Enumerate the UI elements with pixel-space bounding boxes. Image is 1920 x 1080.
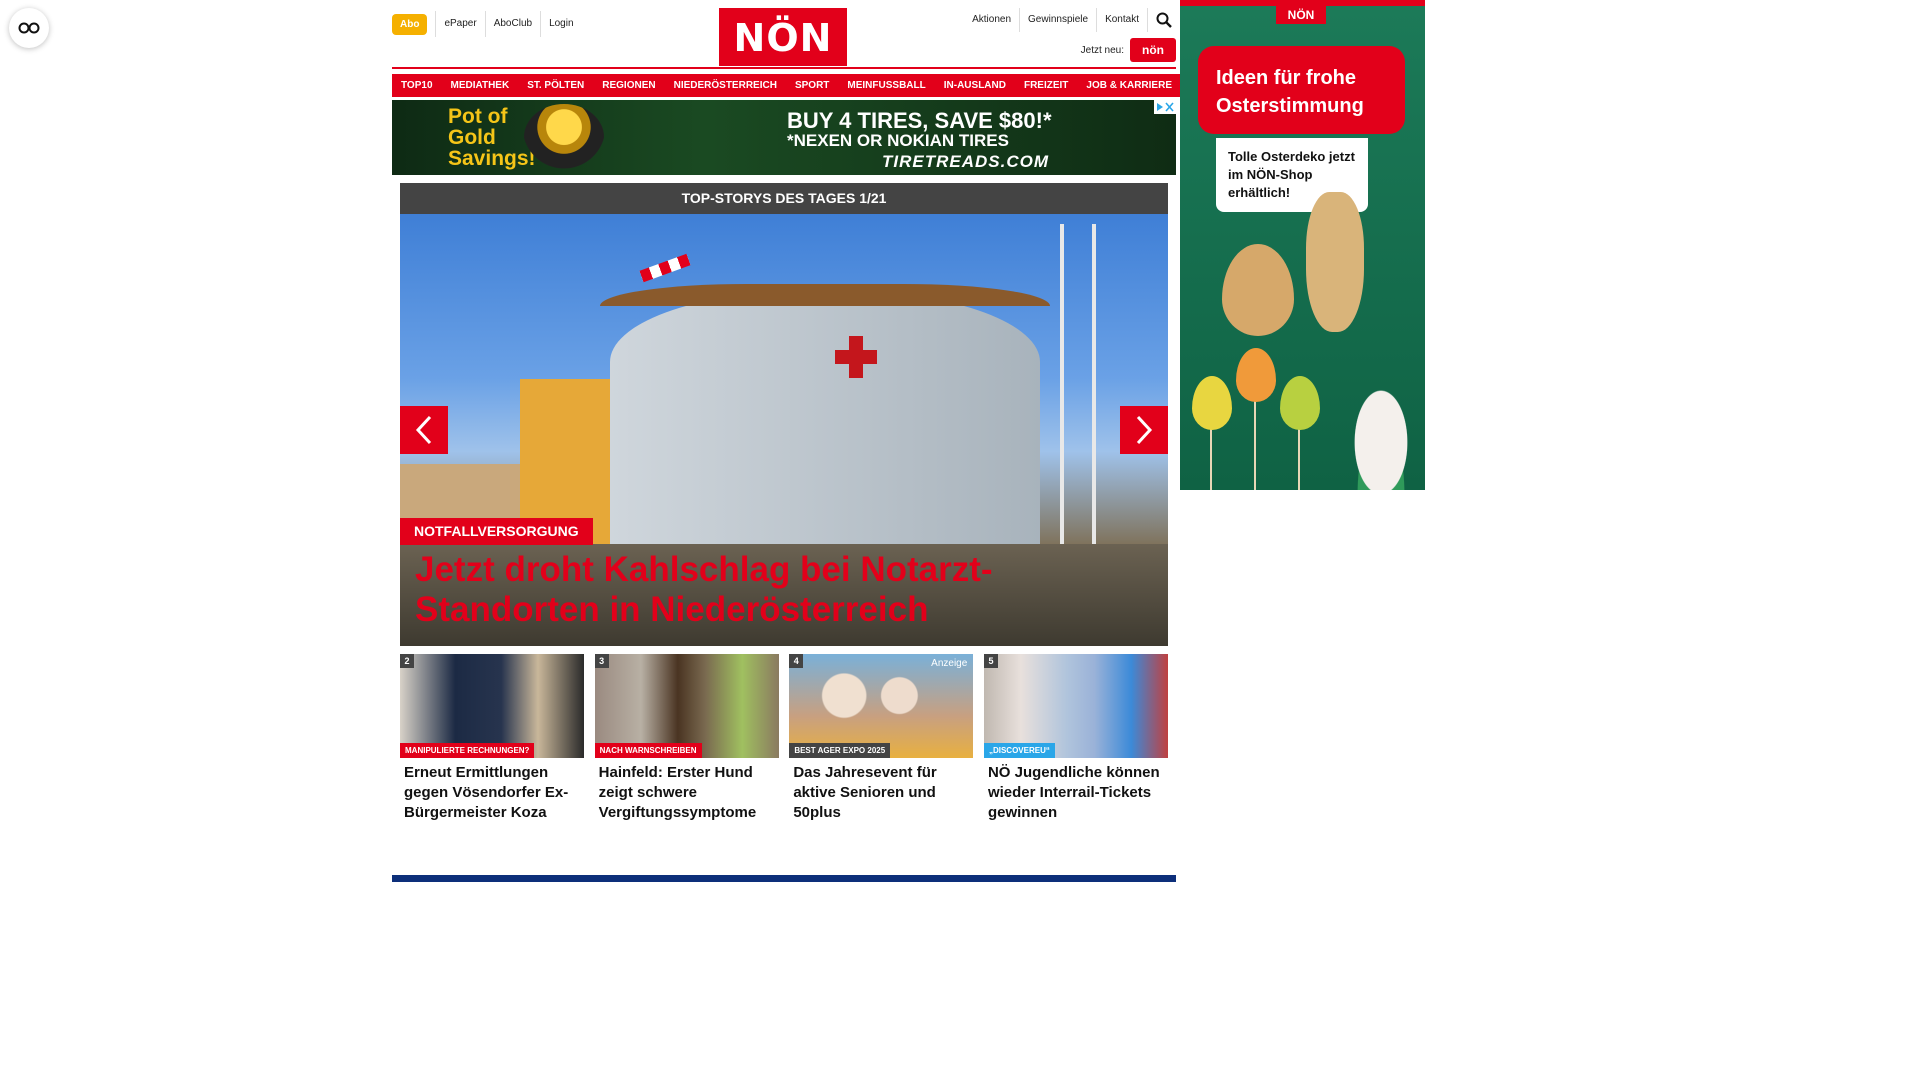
teaser-image: 4 Anzeige BEST AGER EXPO 2025 xyxy=(789,654,974,758)
easter-shop-ad[interactable]: NÖN Ideen für frohe Osterstimmung Tolle … xyxy=(1180,0,1425,490)
ad-pot-of-gold-text: Pot of Gold Savings! xyxy=(448,105,536,170)
teaser-card[interactable]: 2 MANIPULIERTE RECHNUNGEN? Erneut Ermitt… xyxy=(400,654,584,823)
windsock xyxy=(639,253,691,283)
nav-item-sport[interactable]: SPORT xyxy=(785,74,839,97)
epaper-link[interactable]: ePaper xyxy=(435,11,484,37)
teaser-image: 5 „DISCOVEREU“ xyxy=(983,654,1168,758)
nav-item-mediathek[interactable]: MEDIATHEK xyxy=(441,74,519,97)
glasses-icon xyxy=(18,22,40,34)
ad-brand: TIRETREADS.COM xyxy=(882,152,1049,171)
pot-of-gold-image xyxy=(524,104,604,170)
teaser-number: 2 xyxy=(400,654,414,668)
jetzt-neu-label: Jetzt neu: xyxy=(1080,44,1124,56)
nav-item-niederoesterreich[interactable]: NIEDERÖSTERREICH xyxy=(664,74,786,97)
orange-egg-decoration xyxy=(1236,348,1276,402)
top-story-teasers: 2 MANIPULIERTE RECHNUNGEN? Erneut Ermitt… xyxy=(400,654,1168,823)
advertisement-label: Anzeige xyxy=(931,658,968,669)
side-ad-logo-tab: NÖN xyxy=(1276,6,1326,24)
chevron-left-icon xyxy=(415,415,432,445)
teaser-tag: MANIPULIERTE RECHNUNGEN? xyxy=(400,743,535,758)
chevron-right-icon xyxy=(1136,415,1153,445)
wooden-bunny-decoration xyxy=(1306,192,1364,332)
teaser-number: 4 xyxy=(789,654,804,668)
gewinnspiele-link[interactable]: Gewinnspiele xyxy=(1020,8,1098,32)
teaser-card[interactable]: 3 NACH WARNSCHREIBEN Hainfeld: Erster Hu… xyxy=(594,654,779,823)
side-ad-headline: Ideen für frohe Osterstimmung xyxy=(1198,46,1405,134)
header-right-links: Aktionen Gewinnspiele Kontakt xyxy=(964,8,1176,32)
nav-item-job-karriere[interactable]: JOB & KARRIERE xyxy=(1077,74,1181,97)
nav-item-st-poelten[interactable]: ST. PÖLTEN xyxy=(518,74,594,97)
login-link[interactable]: Login xyxy=(540,11,581,37)
teaser-title: Erneut Ermittlungen gegen Vösendorfer Ex… xyxy=(404,764,569,821)
accessibility-button[interactable] xyxy=(9,8,49,48)
slider-prev-button[interactable] xyxy=(400,406,448,454)
teaser-tag: NACH WARNSCHREIBEN xyxy=(594,743,702,758)
nav-item-top10[interactable]: TOP10 xyxy=(392,74,442,97)
nav-item-in-ausland[interactable]: IN-AUSLAND xyxy=(934,74,1015,97)
teaser-number: 5 xyxy=(983,654,998,668)
site-header: Abo ePaper AboClub Login NÖN Aktionen Ge… xyxy=(392,0,1176,66)
jetzt-neu-promo[interactable]: Jetzt neu: nön xyxy=(1081,38,1176,62)
wooden-egg-decoration xyxy=(1222,244,1294,336)
aktionen-link[interactable]: Aktionen xyxy=(964,8,1021,32)
nav-item-freizeit[interactable]: FREIZEIT xyxy=(1014,74,1078,97)
white-rabbit-image xyxy=(1340,362,1422,490)
footer-divider xyxy=(392,875,1176,882)
teaser-title: Das Jahresevent für aktive Senioren und … xyxy=(793,764,937,821)
teaser-tag: „DISCOVEREU“ xyxy=(983,743,1055,758)
teaser-number: 3 xyxy=(594,654,609,668)
main-navigation: TOP10 MEDIATHEK ST. PÖLTEN REGIONEN NIED… xyxy=(392,67,1181,97)
hero-story-image[interactable]: NOTFALLVERSORGUNG Jetzt droht Kahlschlag… xyxy=(400,214,1168,646)
teaser-title: NÖ Jugendliche können wieder Interrail-T… xyxy=(987,764,1160,821)
top-stories-header: TOP-STORYS DES TAGES 1/21 xyxy=(400,183,1168,214)
ad-subline: *NEXEN OR NOKIAN TIRES xyxy=(787,131,1009,150)
search-icon[interactable] xyxy=(1152,8,1176,32)
green-egg-decoration xyxy=(1280,376,1320,430)
tire-ad-banner[interactable]: Pot of Gold Savings! BUY 4 TIRES, SAVE $… xyxy=(392,100,1176,175)
yellow-egg-decoration xyxy=(1192,376,1232,430)
top-stories-slider: TOP-STORYS DES TAGES 1/21 NOTFALLVERSORG… xyxy=(400,183,1168,646)
abo-button[interactable]: Abo xyxy=(392,13,428,35)
adchoices-icon[interactable] xyxy=(1154,100,1176,114)
jetzt-neu-badge: nön xyxy=(1130,38,1176,62)
slider-next-button[interactable] xyxy=(1120,406,1168,454)
teaser-title: Hainfeld: Erster Hund zeigt schwere Verg… xyxy=(598,764,757,821)
teaser-image: 2 MANIPULIERTE RECHNUNGEN? xyxy=(400,654,584,758)
header-left-links: Abo ePaper AboClub Login xyxy=(392,11,582,37)
kontakt-link[interactable]: Kontakt xyxy=(1097,8,1148,32)
site-logo[interactable]: NÖN xyxy=(719,8,847,66)
nav-item-regionen[interactable]: REGIONEN xyxy=(593,74,665,97)
teaser-image: 3 NACH WARNSCHREIBEN xyxy=(594,654,779,758)
nav-item-meinfussball[interactable]: MEINFUSSBALL xyxy=(838,74,935,97)
teaser-card[interactable]: 4 Anzeige BEST AGER EXPO 2025 Das Jahres… xyxy=(789,654,974,823)
teaser-tag: BEST AGER EXPO 2025 xyxy=(789,743,891,758)
aboclub-link[interactable]: AboClub xyxy=(484,11,540,37)
hero-title[interactable]: Jetzt droht Kahlschlag bei Notarzt-Stand… xyxy=(415,550,1115,630)
main-column: Abo ePaper AboClub Login NÖN Aktionen Ge… xyxy=(392,0,1181,882)
hero-kicker: NOTFALLVERSORGUNG xyxy=(400,518,593,545)
teaser-card[interactable]: 5 „DISCOVEREU“ NÖ Jugendliche können wie… xyxy=(983,654,1168,823)
